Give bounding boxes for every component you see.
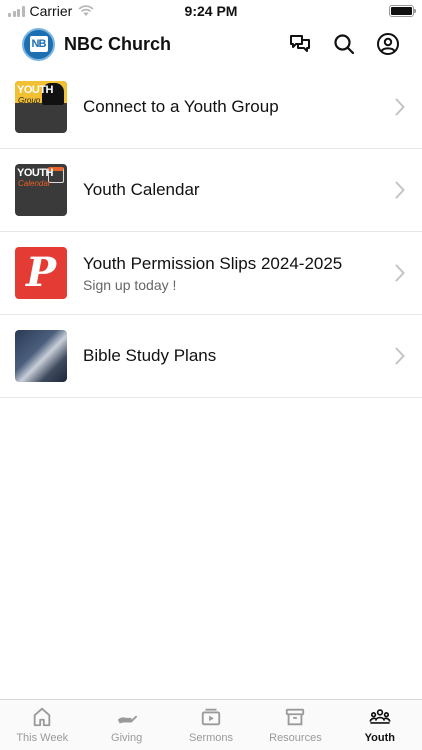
thumb-letter: P [25, 249, 57, 296]
tab-label: Sermons [189, 732, 234, 744]
chevron-right-icon [395, 98, 405, 116]
thumb-text: YOUTH [17, 167, 54, 179]
resources-box-icon [286, 708, 305, 726]
bible-study-thumbnail [15, 330, 67, 382]
chevron-right-icon [395, 181, 405, 199]
list-item-youth-calendar[interactable]: YOUTH Calendar Youth Calendar [0, 149, 422, 232]
youth-group-icon [369, 709, 391, 724]
carrier-label: Carrier [29, 3, 73, 19]
tab-label: Youth [364, 732, 395, 744]
home-icon [33, 707, 51, 727]
chevron-right-icon [395, 347, 405, 365]
battery-icon [389, 5, 416, 17]
tab-label: This Week [16, 732, 69, 744]
list-item-title: Youth Permission Slips 2024-2025 [83, 253, 343, 273]
church-logo[interactable]: NB [22, 27, 55, 61]
youth-menu-list: YOUTH Group Connect to a Youth Group YOU… [0, 66, 422, 398]
app-title: NBC Church [64, 33, 171, 54]
thumb-text: YOUTH [17, 84, 54, 96]
tab-this-week[interactable]: This Week [0, 700, 84, 750]
tab-label: Resources [269, 732, 322, 744]
bottom-tab-bar: This Week Giving Sermons Resources Youth [0, 699, 422, 750]
header-actions [288, 32, 400, 56]
status-left: Carrier [8, 3, 95, 19]
sermons-play-icon [201, 708, 221, 726]
permission-slip-thumbnail: P [15, 247, 67, 299]
list-item-title: Connect to a Youth Group [83, 97, 279, 116]
list-item-permission-slips[interactable]: P Youth Permission Slips 2024-2025 Sign … [0, 232, 422, 315]
giving-hand-icon [117, 715, 137, 724]
logo-text: NB [29, 36, 48, 52]
tab-sermons[interactable]: Sermons [169, 700, 253, 750]
list-item-youth-group[interactable]: YOUTH Group Connect to a Youth Group [0, 66, 422, 149]
list-item-title: Bible Study Plans [83, 346, 217, 365]
youth-calendar-thumbnail: YOUTH Calendar [15, 164, 67, 216]
tab-resources[interactable]: Resources [253, 700, 337, 750]
list-item-title: Youth Calendar [83, 180, 200, 199]
list-item-subtitle: Sign up today ! [83, 276, 177, 293]
chevron-right-icon [395, 264, 405, 282]
status-bar: Carrier 9:24 PM [0, 0, 422, 22]
messages-button[interactable] [288, 32, 312, 56]
list-item-bible-study[interactable]: Bible Study Plans [0, 315, 422, 398]
tab-youth[interactable]: Youth [338, 700, 422, 750]
app-header: NB NBC Church [0, 22, 422, 66]
wifi-icon [78, 5, 94, 16]
user-circle-icon [377, 33, 399, 55]
signal-icon [8, 5, 25, 17]
search-icon [334, 34, 355, 55]
youth-group-thumbnail: YOUTH Group [15, 81, 67, 133]
thumb-text: Calendar [18, 179, 51, 188]
chat-bubbles-icon [290, 35, 310, 52]
search-button[interactable] [332, 32, 356, 56]
tab-label: Giving [111, 732, 143, 744]
profile-button[interactable] [376, 32, 400, 56]
tab-giving[interactable]: Giving [84, 700, 168, 750]
thumb-text: Group [18, 96, 41, 105]
